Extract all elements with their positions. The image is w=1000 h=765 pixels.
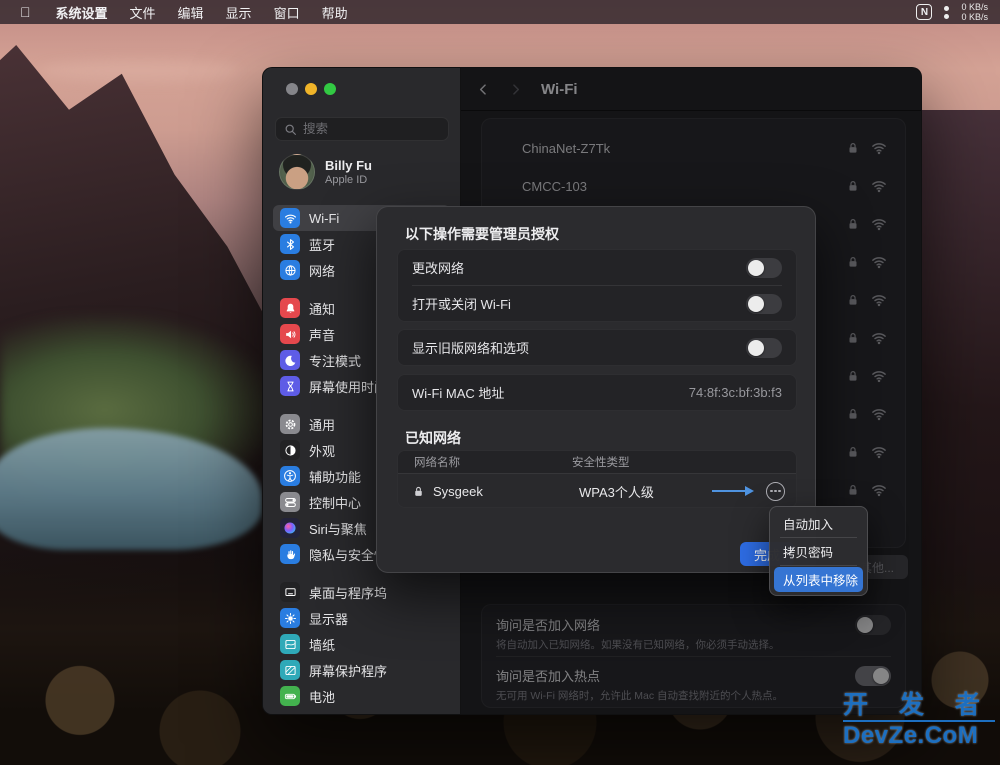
bell-icon — [280, 298, 300, 318]
network-toggles-group: 更改网络 打开或关闭 Wi-Fi — [397, 249, 797, 322]
network-context-menu: 自动加入 拷贝密码 从列表中移除 — [769, 506, 868, 596]
status-dots-icon[interactable] — [944, 6, 949, 19]
arrow-right-icon — [712, 486, 754, 496]
sidebar-item-label: 控制中心 — [309, 493, 361, 512]
notion-status-icon[interactable]: N — [916, 4, 932, 20]
search-input[interactable] — [303, 122, 440, 136]
sidebar-item-screensaver[interactable]: 屏幕保护程序 — [273, 657, 450, 683]
sidebar-item-label: 外观 — [309, 441, 335, 460]
menu-window[interactable]: 窗口 — [263, 3, 311, 22]
apple-id-row[interactable]: Billy Fu Apple ID — [275, 151, 449, 193]
download-speed: 0 KB/s — [961, 12, 988, 22]
known-networks-title: 已知网络 — [405, 428, 461, 448]
globe-icon — [280, 260, 300, 280]
search-field[interactable] — [275, 117, 449, 141]
network-speed-indicator[interactable]: 0 KB/s 0 KB/s — [961, 2, 988, 22]
mac-address-value: 74:8f:3c:bf:3b:f3 — [689, 385, 782, 400]
wallpaper-icon — [280, 634, 300, 654]
speaker-icon — [280, 324, 300, 344]
toggle-label: 显示旧版网络和选项 — [412, 338, 529, 357]
menu-item-auto-join[interactable]: 自动加入 — [774, 511, 863, 536]
toggle-label: 打开或关闭 Wi-Fi — [412, 294, 511, 313]
control-center-icon — [280, 492, 300, 512]
column-network-name: 网络名称 — [398, 454, 572, 470]
mac-address-label: Wi-Fi MAC 地址 — [412, 383, 504, 402]
search-icon — [284, 123, 297, 136]
sidebar-item-label: Wi-Fi — [309, 211, 339, 226]
change-networks-row: 更改网络 — [398, 250, 796, 285]
legacy-options-toggle[interactable] — [746, 338, 782, 358]
battery-icon — [280, 686, 300, 706]
sidebar-item-label: 蓝牙 — [309, 235, 335, 254]
desktop-icon — [280, 582, 300, 602]
avatar — [279, 154, 315, 190]
sidebar-item-wallpaper[interactable]: 墙纸 — [273, 631, 450, 657]
sidebar-item-label: 电池 — [309, 687, 335, 706]
menu-help[interactable]: 帮助 — [311, 3, 359, 22]
menu-item-remove-from-list[interactable]: 从列表中移除 — [774, 567, 863, 592]
menu-app[interactable]: 系统设置 — [45, 3, 119, 22]
zoom-button[interactable] — [324, 83, 336, 95]
sidebar-item-battery[interactable]: 电池 — [273, 683, 450, 709]
user-subtitle: Apple ID — [325, 174, 372, 186]
sidebar-item-label: 专注模式 — [309, 351, 361, 370]
lock-icon — [412, 485, 425, 498]
gear-icon — [280, 414, 300, 434]
toggle-label: 更改网络 — [412, 258, 464, 277]
system-settings-window: Billy Fu Apple ID Wi-Fi 蓝牙 网络 通知 — [262, 67, 922, 715]
hourglass-icon — [280, 376, 300, 396]
sidebar-item-displays[interactable]: 显示器 — [273, 605, 450, 631]
menu-file[interactable]: 文件 — [119, 3, 167, 22]
known-network-security: WPA3个人级 — [579, 482, 654, 501]
known-networks-table: 网络名称 安全性类型 Sysgeek WPA3个人级 — [397, 450, 797, 508]
menu-view[interactable]: 显示 — [215, 3, 263, 22]
column-security-type: 安全性类型 — [572, 454, 630, 470]
change-networks-toggle[interactable] — [746, 258, 782, 278]
sidebar-item-label: 网络 — [309, 261, 335, 280]
user-name: Billy Fu — [325, 158, 372, 173]
menu-edit[interactable]: 编辑 — [167, 3, 215, 22]
upload-speed: 0 KB/s — [961, 2, 988, 12]
sidebar-item-label: Siri与聚焦 — [309, 519, 367, 538]
sidebar-item-desktop-dock[interactable]: 桌面与程序坞 — [273, 579, 450, 605]
mac-address-row: Wi-Fi MAC 地址 74:8f:3c:bf:3b:f3 — [398, 375, 796, 410]
screensaver-icon — [280, 660, 300, 680]
hand-icon — [280, 544, 300, 564]
sidebar-item-label: 通用 — [309, 415, 335, 434]
siri-icon — [280, 518, 300, 538]
apple-icon[interactable]:  — [20, 5, 31, 19]
known-network-row[interactable]: Sysgeek WPA3个人级 — [398, 474, 796, 508]
sidebar-item-label: 显示器 — [309, 609, 348, 628]
legacy-options-group: 显示旧版网络和选项 — [397, 329, 797, 366]
sidebar-item-label: 桌面与程序坞 — [309, 583, 387, 602]
sidebar-item-label: 声音 — [309, 325, 335, 344]
admin-auth-dialog: 以下操作需要管理员授权 更改网络 打开或关闭 Wi-Fi 显示旧版网络和选项 W… — [376, 206, 816, 573]
minimize-button[interactable] — [305, 83, 317, 95]
menu-item-copy-password[interactable]: 拷贝密码 — [774, 539, 863, 564]
wifi-power-toggle[interactable] — [746, 294, 782, 314]
dialog-title: 以下操作需要管理员授权 — [405, 224, 559, 244]
legacy-options-row: 显示旧版网络和选项 — [398, 330, 796, 365]
more-options-button[interactable] — [766, 482, 785, 501]
sidebar-item-label: 墙纸 — [309, 635, 335, 654]
appearance-icon — [280, 440, 300, 460]
table-header: 网络名称 安全性类型 — [398, 451, 796, 474]
sidebar-item-label: 辅助功能 — [309, 467, 361, 486]
bluetooth-icon — [280, 234, 300, 254]
known-network-name: Sysgeek — [433, 484, 579, 499]
display-icon — [280, 608, 300, 628]
sidebar-item-label: 屏幕保护程序 — [309, 661, 387, 680]
wifi-icon — [280, 208, 300, 228]
watermark-line1: 开 发 者 — [843, 692, 995, 718]
watermark: 开 发 者 DevZe.CoM — [843, 692, 995, 749]
sidebar-item-label: 通知 — [309, 299, 335, 318]
mac-address-group: Wi-Fi MAC 地址 74:8f:3c:bf:3b:f3 — [397, 374, 797, 411]
wifi-power-row: 打开或关闭 Wi-Fi — [398, 286, 796, 321]
accessibility-icon — [280, 466, 300, 486]
moon-icon — [280, 350, 300, 370]
window-controls — [286, 83, 336, 95]
watermark-line2: DevZe.CoM — [843, 723, 995, 749]
menu-bar:  系统设置 文件 编辑 显示 窗口 帮助 N 0 KB/s 0 KB/s — [0, 0, 1000, 24]
close-button[interactable] — [286, 83, 298, 95]
